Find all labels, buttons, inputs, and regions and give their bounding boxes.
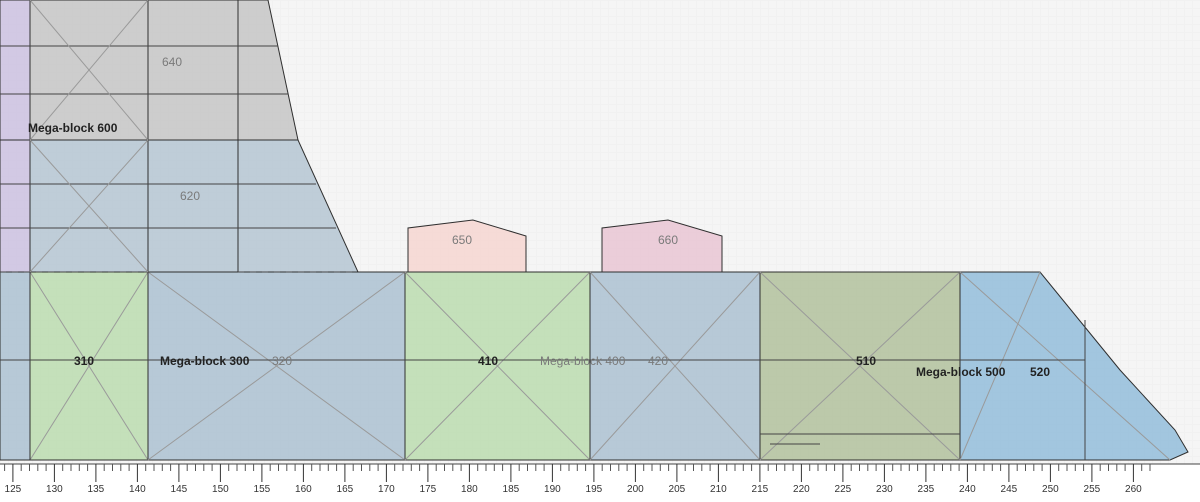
block-640-edge[interactable] [0, 0, 30, 140]
ruler-num: 200 [627, 484, 644, 495]
label-520: 520 [1030, 365, 1050, 379]
label-620: 620 [180, 189, 200, 203]
ruler-num: 160 [295, 484, 312, 495]
label-mb400: Mega-block 400 [540, 354, 626, 368]
ruler-num: 190 [544, 484, 561, 495]
block-640[interactable] [148, 0, 238, 140]
label-310: 310 [74, 354, 94, 368]
label-mb600: Mega-block 600 [28, 121, 118, 135]
ruler-num: 250 [1042, 484, 1059, 495]
ruler-num: 240 [959, 484, 976, 495]
ruler-num: 195 [586, 484, 603, 495]
ruler-num: 125 [5, 484, 22, 495]
ruler-num: 165 [337, 484, 354, 495]
ruler-num: 175 [420, 484, 437, 495]
ruler-num: 145 [171, 484, 188, 495]
label-650: 650 [452, 233, 472, 247]
ruler-num: 245 [1001, 484, 1018, 495]
block-600-edge[interactable] [0, 140, 30, 272]
label-640: 640 [162, 55, 182, 69]
block-600-b[interactable] [238, 140, 358, 272]
ruler-num: 235 [918, 484, 935, 495]
label-mb300: Mega-block 300 [160, 354, 250, 368]
ruler-num: 205 [669, 484, 686, 495]
ruler-num: 260 [1125, 484, 1142, 495]
ruler-num: 180 [461, 484, 478, 495]
ruler-num: 150 [212, 484, 229, 495]
label-510: 510 [856, 354, 876, 368]
ruler-num: 225 [835, 484, 852, 495]
label-420: 420 [648, 354, 668, 368]
ruler-num: 140 [129, 484, 146, 495]
ruler-num: 135 [88, 484, 105, 495]
block-640-b[interactable] [238, 0, 298, 140]
block-620[interactable] [148, 140, 238, 272]
label-410: 410 [478, 354, 498, 368]
ruler-num: 215 [752, 484, 769, 495]
ruler-num: 185 [503, 484, 520, 495]
ruler-num: 220 [793, 484, 810, 495]
ruler-num: 130 [46, 484, 63, 495]
label-660: 660 [658, 233, 678, 247]
label-320: 320 [272, 354, 292, 368]
label-mb500: Mega-block 500 [916, 365, 1006, 379]
ruler-num: 210 [710, 484, 727, 495]
block-left-sliver[interactable] [0, 272, 30, 460]
hull-block-diagram: 310 320 410 420 510 520 620 640 650 660 Mega-block… [0, 0, 1200, 502]
ruler-num: 255 [1084, 484, 1101, 495]
ruler-num: 155 [254, 484, 271, 495]
ruler-num: 170 [378, 484, 395, 495]
frame-ruler[interactable] [0, 464, 1200, 502]
ruler-num: 230 [876, 484, 893, 495]
